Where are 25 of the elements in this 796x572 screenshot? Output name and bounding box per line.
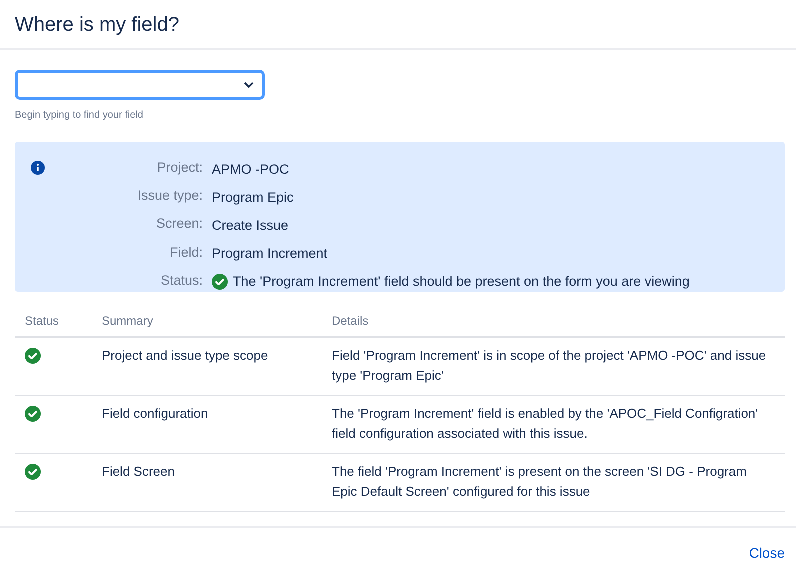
table-cell: The 'Program Increment' field is enabled by the 'APOC_Field Configration' field configuration associated with this issue. <box>332 406 758 441</box>
info-value: Program Increment <box>212 245 328 262</box>
table-cell: Field 'Program Increment' is in scope of the project 'APMO -POC' and issue type 'Program Epic' <box>332 348 766 383</box>
table-cell: Field configuration <box>102 406 208 421</box>
table-cell: The field 'Program Increment' is present on the screen 'SI DG - Program Epic Default Screen' configured for this issue <box>332 464 747 499</box>
caret-icon <box>244 82 254 88</box>
info-value: Create Issue <box>212 216 289 234</box>
dialog-title: Where is my field? <box>15 14 180 37</box>
info-label: Field: <box>168 244 203 262</box>
table-cell: Field Screen <box>102 464 175 479</box>
close-link[interactable]: Close <box>749 545 785 561</box>
column-header: Status <box>25 314 60 328</box>
info-value: APMO -POC <box>212 160 290 178</box>
helper-text: Begin typing to find your field <box>15 110 144 121</box>
info-label: Screen: <box>155 215 203 234</box>
column-header: Details <box>332 314 369 328</box>
table-cell: Project and issue type scope <box>102 348 268 363</box>
info-value: Program Epic <box>212 188 294 206</box>
info-label: Issue type: <box>136 187 203 206</box>
info-icon <box>31 161 45 175</box>
info-label: Project: <box>156 159 203 177</box>
info-value: The 'Program Increment' field should be present on the form you are viewing <box>233 273 690 290</box>
field-select[interactable] <box>15 70 265 100</box>
info-label: Status: <box>160 272 203 290</box>
column-header: Summary <box>102 314 154 328</box>
